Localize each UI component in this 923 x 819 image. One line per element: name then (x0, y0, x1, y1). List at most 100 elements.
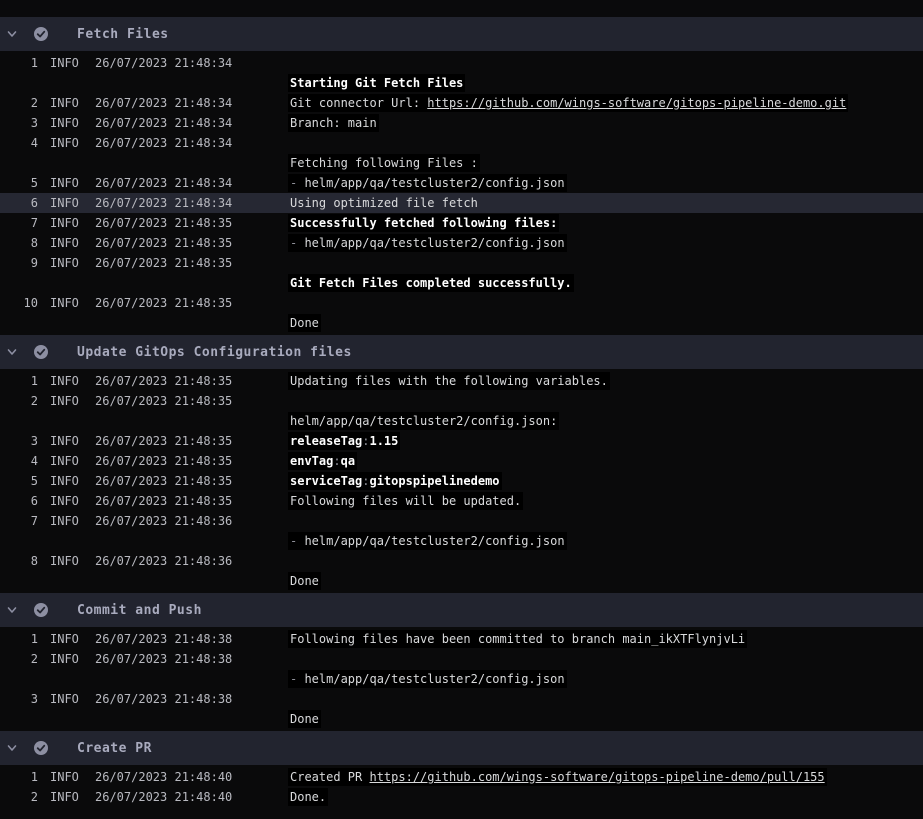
check-circle-icon (33, 740, 49, 756)
log-message-segment: Done (290, 316, 319, 330)
log-section: Commit and Push 1 INFO 26/07/2023 21:48:… (0, 593, 923, 729)
log-line-1-7[interactable]: 5 INFO 26/07/2023 21:48:34 - helm/app/qa… (0, 173, 923, 193)
log-section-header[interactable]: Fetch Files (0, 17, 923, 51)
log-line-2-10[interactable]: 8 INFO 26/07/2023 21:48:36 (0, 551, 923, 571)
log-level: INFO (50, 649, 95, 669)
log-timestamp: 26/07/2023 21:48:34 (95, 173, 288, 193)
log-message-segment: qa (341, 454, 355, 468)
check-circle-icon (33, 344, 49, 360)
line-number: 6 (0, 193, 38, 213)
chevron-down-icon[interactable] (6, 604, 18, 616)
log-line-1-2[interactable]: Starting Git Fetch Files (0, 73, 923, 93)
log-line-1-1[interactable]: 1 INFO 26/07/2023 21:48:34 (0, 53, 923, 73)
line-number: 9 (0, 253, 38, 273)
log-message-segment: Git connector Url: (290, 96, 427, 110)
log-line-3-4[interactable]: 3 INFO 26/07/2023 21:48:38 (0, 689, 923, 709)
chevron-down-icon[interactable] (6, 742, 18, 754)
log-timestamp (95, 571, 288, 591)
log-message-text: Git Fetch Files completed successfully. (288, 274, 574, 292)
log-section: Update GitOps Configuration files 1 INFO… (0, 335, 923, 591)
log-message: Successfully fetched following files: (288, 213, 923, 233)
log-level: INFO (50, 133, 95, 153)
log-message: Done. (288, 787, 923, 807)
log-message: serviceTag:gitopspipelinedemo (288, 471, 923, 491)
log-section-body: 1 INFO 26/07/2023 21:48:38 Following fil… (0, 629, 923, 729)
log-line-1-13[interactable]: 10 INFO 26/07/2023 21:48:35 (0, 293, 923, 313)
log-line-1-5[interactable]: 4 INFO 26/07/2023 21:48:34 (0, 133, 923, 153)
log-line-1-10[interactable]: 8 INFO 26/07/2023 21:48:35 - helm/app/qa… (0, 233, 923, 253)
log-section-body: 1 INFO 26/07/2023 21:48:34 Starting Git … (0, 53, 923, 333)
log-message (288, 551, 923, 571)
log-line-2-2[interactable]: 2 INFO 26/07/2023 21:48:35 (0, 391, 923, 411)
log-line-2-3[interactable]: helm/app/qa/testcluster2/config.json: (0, 411, 923, 431)
check-circle-icon (33, 26, 49, 42)
log-message-text: Done. (288, 788, 328, 806)
log-message (288, 53, 923, 73)
log-message-segment: gitopspipelinedemo (369, 474, 499, 488)
log-section-header[interactable]: Commit and Push (0, 593, 923, 627)
log-line-1-4[interactable]: 3 INFO 26/07/2023 21:48:34 Branch: main (0, 113, 923, 133)
log-line-2-4[interactable]: 3 INFO 26/07/2023 21:48:35 releaseTag:1.… (0, 431, 923, 451)
log-timestamp (95, 669, 288, 689)
log-link[interactable]: https://github.com/wings-software/gitops… (369, 770, 824, 784)
log-section-header[interactable]: Update GitOps Configuration files (0, 335, 923, 369)
log-message: envTag:qa (288, 451, 923, 471)
log-link[interactable]: https://github.com/wings-software/gitops… (427, 96, 846, 110)
pipeline-execution-log-console: Fetch Files 1 INFO 26/07/2023 21:48:34 S… (0, 0, 923, 819)
log-line-1-6[interactable]: Fetching following Files : (0, 153, 923, 173)
log-line-2-7[interactable]: 6 INFO 26/07/2023 21:48:35 Following fil… (0, 491, 923, 511)
line-number: 5 (0, 173, 38, 193)
chevron-down-icon[interactable] (6, 346, 18, 358)
line-number: 1 (0, 53, 38, 73)
log-timestamp: 26/07/2023 21:48:35 (95, 371, 288, 391)
log-line-1-3[interactable]: 2 INFO 26/07/2023 21:48:34 Git connector… (0, 93, 923, 113)
log-message-text: Fetching following Files : (288, 154, 480, 172)
log-message (288, 133, 923, 153)
log-line-2-8[interactable]: 7 INFO 26/07/2023 21:48:36 (0, 511, 923, 531)
log-line-2-1[interactable]: 1 INFO 26/07/2023 21:48:35 Updating file… (0, 371, 923, 391)
log-line-3-5[interactable]: Done (0, 709, 923, 729)
log-message-text: Updating files with the following variab… (288, 372, 610, 390)
log-line-2-9[interactable]: - helm/app/qa/testcluster2/config.json (0, 531, 923, 551)
line-number (0, 531, 38, 551)
log-section-header[interactable]: Create PR (0, 731, 923, 765)
log-level: INFO (50, 391, 95, 411)
line-number: 8 (0, 551, 38, 571)
log-line-4-2[interactable]: 2 INFO 26/07/2023 21:48:40 Done. (0, 787, 923, 807)
log-message: Fetching following Files : (288, 153, 923, 173)
log-message-text: Branch: main (288, 114, 379, 132)
log-message (288, 253, 923, 273)
log-section-body: 1 INFO 26/07/2023 21:48:40 Created PR ht… (0, 767, 923, 807)
line-number: 1 (0, 371, 38, 391)
log-line-2-11[interactable]: Done (0, 571, 923, 591)
chevron-down-icon[interactable] (6, 28, 18, 40)
check-circle-icon (33, 602, 49, 618)
log-line-1-11[interactable]: 9 INFO 26/07/2023 21:48:35 (0, 253, 923, 273)
log-message: Branch: main (288, 113, 923, 133)
line-number: 3 (0, 431, 38, 451)
log-line-3-2[interactable]: 2 INFO 26/07/2023 21:48:38 (0, 649, 923, 669)
log-line-1-8[interactable]: 6 INFO 26/07/2023 21:48:34 Using optimiz… (0, 193, 923, 213)
log-message: Updating files with the following variab… (288, 371, 923, 391)
log-level (50, 153, 95, 173)
top-strip (0, 0, 923, 17)
log-level: INFO (50, 471, 95, 491)
log-line-3-1[interactable]: 1 INFO 26/07/2023 21:48:38 Following fil… (0, 629, 923, 649)
log-message: Following files have been committed to b… (288, 629, 923, 649)
log-line-4-1[interactable]: 1 INFO 26/07/2023 21:48:40 Created PR ht… (0, 767, 923, 787)
log-level (50, 669, 95, 689)
log-line-1-12[interactable]: Git Fetch Files completed successfully. (0, 273, 923, 293)
log-level: INFO (50, 213, 95, 233)
log-line-3-3[interactable]: - helm/app/qa/testcluster2/config.json (0, 669, 923, 689)
log-message-segment: serviceTag (290, 474, 362, 488)
log-message-text: Done (288, 572, 321, 590)
log-line-2-6[interactable]: 5 INFO 26/07/2023 21:48:35 serviceTag:gi… (0, 471, 923, 491)
log-message: Starting Git Fetch Files (288, 73, 923, 93)
log-line-2-5[interactable]: 4 INFO 26/07/2023 21:48:35 envTag:qa (0, 451, 923, 471)
log-message-segment: Git Fetch Files completed successfully. (290, 276, 572, 290)
log-level: INFO (50, 511, 95, 531)
log-line-1-9[interactable]: 7 INFO 26/07/2023 21:48:35 Successfully … (0, 213, 923, 233)
log-line-1-14[interactable]: Done (0, 313, 923, 333)
line-number (0, 313, 38, 333)
log-message-segment: helm/app/qa/testcluster2/config.json (304, 176, 564, 190)
